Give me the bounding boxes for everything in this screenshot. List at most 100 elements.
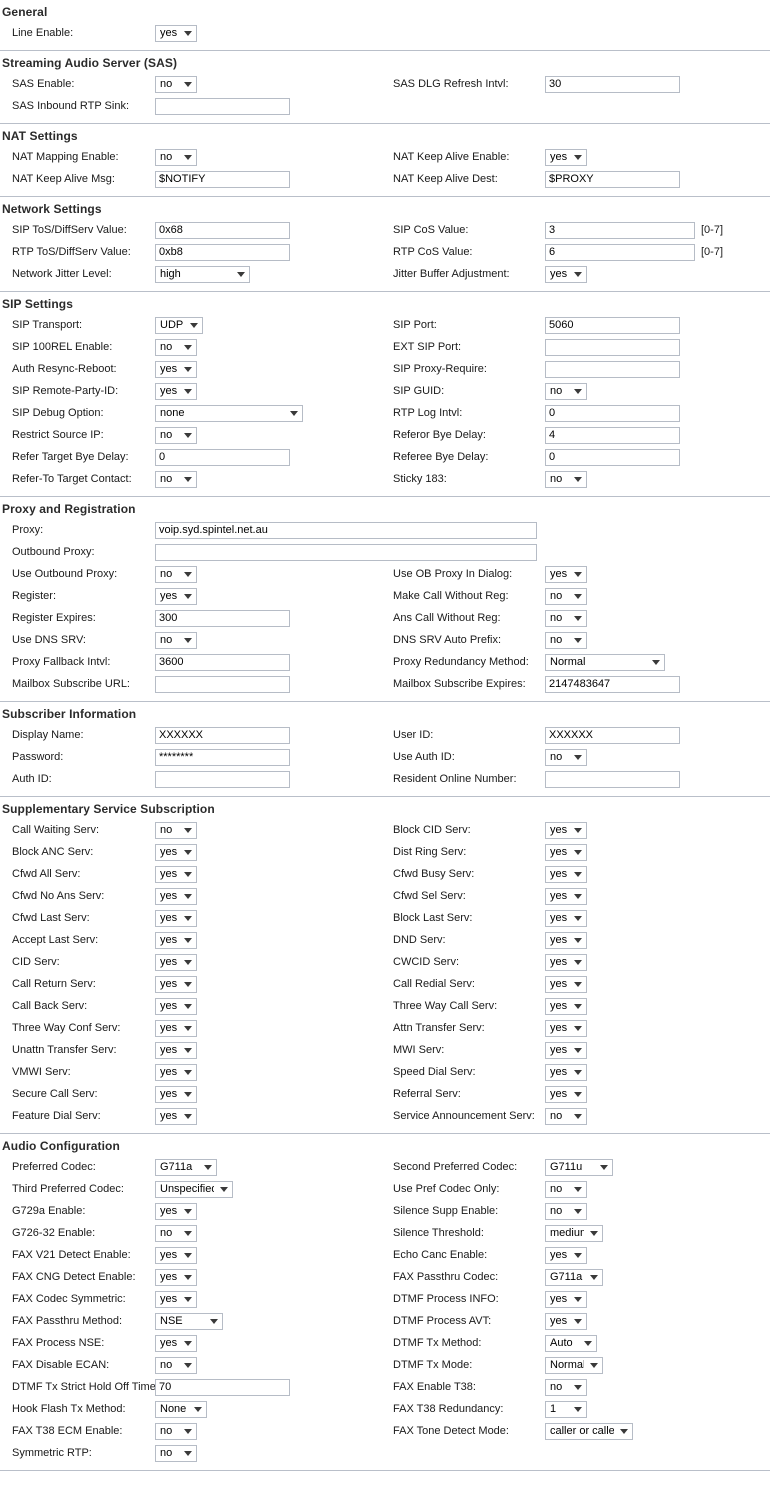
- input-proxy-fallback-intvl[interactable]: [155, 653, 290, 671]
- select-call-return-serv[interactable]: yes: [155, 975, 197, 993]
- select-sip-transport[interactable]: UDP: [155, 316, 203, 334]
- select-fax-tone-detect-mode[interactable]: caller or callee: [545, 1422, 633, 1440]
- select-fax-passthru-method[interactable]: NSE: [155, 1312, 223, 1330]
- select-attn-transfer-serv[interactable]: yes: [545, 1019, 587, 1037]
- input-rtp-log-intvl[interactable]: [545, 404, 680, 422]
- input-sip-cos-value[interactable]: [545, 221, 695, 239]
- select-cid-serv[interactable]: yes: [155, 953, 197, 971]
- input-sas-inbound-rtp-sink[interactable]: [155, 97, 290, 115]
- select-cfwd-no-ans-serv[interactable]: yes: [155, 887, 197, 905]
- input-auth-id[interactable]: [155, 770, 290, 788]
- select-block-anc-serv[interactable]: yes: [155, 843, 197, 861]
- select-block-cid-serv[interactable]: yes: [545, 821, 587, 839]
- select-secure-call-serv[interactable]: yes: [155, 1085, 197, 1103]
- select-cfwd-busy-serv[interactable]: yes: [545, 865, 587, 883]
- input-nat-keep-alive-dest[interactable]: [545, 170, 680, 188]
- select-nat-keep-alive-enable[interactable]: yes: [545, 148, 587, 166]
- input-referee-bye-delay[interactable]: [545, 448, 680, 466]
- select-fax-process-nse[interactable]: yes: [155, 1334, 197, 1352]
- input-mailbox-subscribe-expires[interactable]: [545, 675, 680, 693]
- select-use-outbound-proxy[interactable]: no: [155, 565, 197, 583]
- select-cfwd-sel-serv[interactable]: yes: [545, 887, 587, 905]
- select-speed-dial-serv[interactable]: yes: [545, 1063, 587, 1081]
- select-referral-serv[interactable]: yes: [545, 1085, 587, 1103]
- select-three-way-conf-serv[interactable]: yes: [155, 1019, 197, 1037]
- select-three-way-call-serv[interactable]: yes: [545, 997, 587, 1015]
- select-preferred-codec[interactable]: G711a: [155, 1158, 217, 1176]
- select-service-announcement-serv[interactable]: no: [545, 1107, 587, 1125]
- input-mailbox-subscribe-url[interactable]: [155, 675, 290, 693]
- select-dns-srv-auto-prefix[interactable]: no: [545, 631, 587, 649]
- input-referor-bye-delay[interactable]: [545, 426, 680, 444]
- select-cfwd-all-serv[interactable]: yes: [155, 865, 197, 883]
- select-proxy-redundancy-method[interactable]: Normal: [545, 653, 665, 671]
- input-sip-port[interactable]: [545, 316, 680, 334]
- select-use-auth-id[interactable]: no: [545, 748, 587, 766]
- select-fax-t38-redundancy[interactable]: 1: [545, 1400, 587, 1418]
- select-accept-last-serv[interactable]: yes: [155, 931, 197, 949]
- select-cwcid-serv[interactable]: yes: [545, 953, 587, 971]
- select-fax-codec-symmetric[interactable]: yes: [155, 1290, 197, 1308]
- select-call-redial-serv[interactable]: yes: [545, 975, 587, 993]
- select-fax-v21-detect-enable[interactable]: yes: [155, 1246, 197, 1264]
- select-symmetric-rtp[interactable]: no: [155, 1444, 197, 1462]
- select-network-jitter-level[interactable]: high: [155, 265, 250, 283]
- select-sip-100rel-enable[interactable]: no: [155, 338, 197, 356]
- select-fax-passthru-codec[interactable]: G711a: [545, 1268, 603, 1286]
- input-nat-keep-alive-msg[interactable]: [155, 170, 290, 188]
- select-register[interactable]: yes: [155, 587, 197, 605]
- select-jitter-buffer-adjustment[interactable]: yes: [545, 265, 587, 283]
- select-dtmf-tx-method[interactable]: Auto: [545, 1334, 597, 1352]
- select-refer-to-target-contact[interactable]: no: [155, 470, 197, 488]
- select-ans-call-without-reg[interactable]: no: [545, 609, 587, 627]
- select-mwi-serv[interactable]: yes: [545, 1041, 587, 1059]
- input-display-name[interactable]: [155, 726, 290, 744]
- select-silence-supp-enable[interactable]: no: [545, 1202, 587, 1220]
- select-use-pref-codec-only[interactable]: no: [545, 1180, 587, 1198]
- input-register-expires[interactable]: [155, 609, 290, 627]
- input-ext-sip-port[interactable]: [545, 338, 680, 356]
- select-vmwi-serv[interactable]: yes: [155, 1063, 197, 1081]
- select-dtmf-process-info[interactable]: yes: [545, 1290, 587, 1308]
- select-fax-enable-t38[interactable]: no: [545, 1378, 587, 1396]
- select-unattn-transfer-serv[interactable]: yes: [155, 1041, 197, 1059]
- select-g726-32-enable[interactable]: no: [155, 1224, 197, 1242]
- select-auth-resync-reboot[interactable]: yes: [155, 360, 197, 378]
- input-rtp-cos-value[interactable]: [545, 243, 695, 261]
- select-line-enable[interactable]: yes: [155, 24, 197, 42]
- select-dnd-serv[interactable]: yes: [545, 931, 587, 949]
- input-sip-proxy-require[interactable]: [545, 360, 680, 378]
- input-password[interactable]: [155, 748, 290, 766]
- select-sticky-183[interactable]: no: [545, 470, 587, 488]
- select-fax-disable-ecan[interactable]: no: [155, 1356, 197, 1374]
- select-echo-canc-enable[interactable]: yes: [545, 1246, 587, 1264]
- select-call-waiting-serv[interactable]: no: [155, 821, 197, 839]
- input-dtmf-tx-strict-hold-off-time[interactable]: [155, 1378, 290, 1396]
- input-sip-tos-diffserv-value[interactable]: [155, 221, 290, 239]
- select-restrict-source-ip[interactable]: no: [155, 426, 197, 444]
- select-fax-t38-ecm-enable[interactable]: no: [155, 1422, 197, 1440]
- select-sip-guid[interactable]: no: [545, 382, 587, 400]
- select-dtmf-process-avt[interactable]: yes: [545, 1312, 587, 1330]
- select-third-preferred-codec[interactable]: Unspecified: [155, 1180, 233, 1198]
- input-user-id[interactable]: [545, 726, 680, 744]
- select-nat-mapping-enable[interactable]: no: [155, 148, 197, 166]
- select-cfwd-last-serv[interactable]: yes: [155, 909, 197, 927]
- select-call-back-serv[interactable]: yes: [155, 997, 197, 1015]
- select-silence-threshold[interactable]: medium: [545, 1224, 603, 1242]
- select-sip-debug-option[interactable]: none: [155, 404, 303, 422]
- select-second-preferred-codec[interactable]: G711u: [545, 1158, 613, 1176]
- select-sas-enable[interactable]: no: [155, 75, 197, 93]
- select-use-ob-proxy-in-dialog[interactable]: yes: [545, 565, 587, 583]
- input-refer-target-bye-delay[interactable]: [155, 448, 290, 466]
- input-resident-online-number[interactable]: [545, 770, 680, 788]
- select-fax-cng-detect-enable[interactable]: yes: [155, 1268, 197, 1286]
- select-hook-flash-tx-method[interactable]: None: [155, 1400, 207, 1418]
- select-dist-ring-serv[interactable]: yes: [545, 843, 587, 861]
- select-g729a-enable[interactable]: yes: [155, 1202, 197, 1220]
- select-dtmf-tx-mode[interactable]: Normal: [545, 1356, 603, 1374]
- select-sip-remote-party-id[interactable]: yes: [155, 382, 197, 400]
- input-rtp-tos-diffserv-value[interactable]: [155, 243, 290, 261]
- select-feature-dial-serv[interactable]: yes: [155, 1107, 197, 1125]
- select-make-call-without-reg[interactable]: no: [545, 587, 587, 605]
